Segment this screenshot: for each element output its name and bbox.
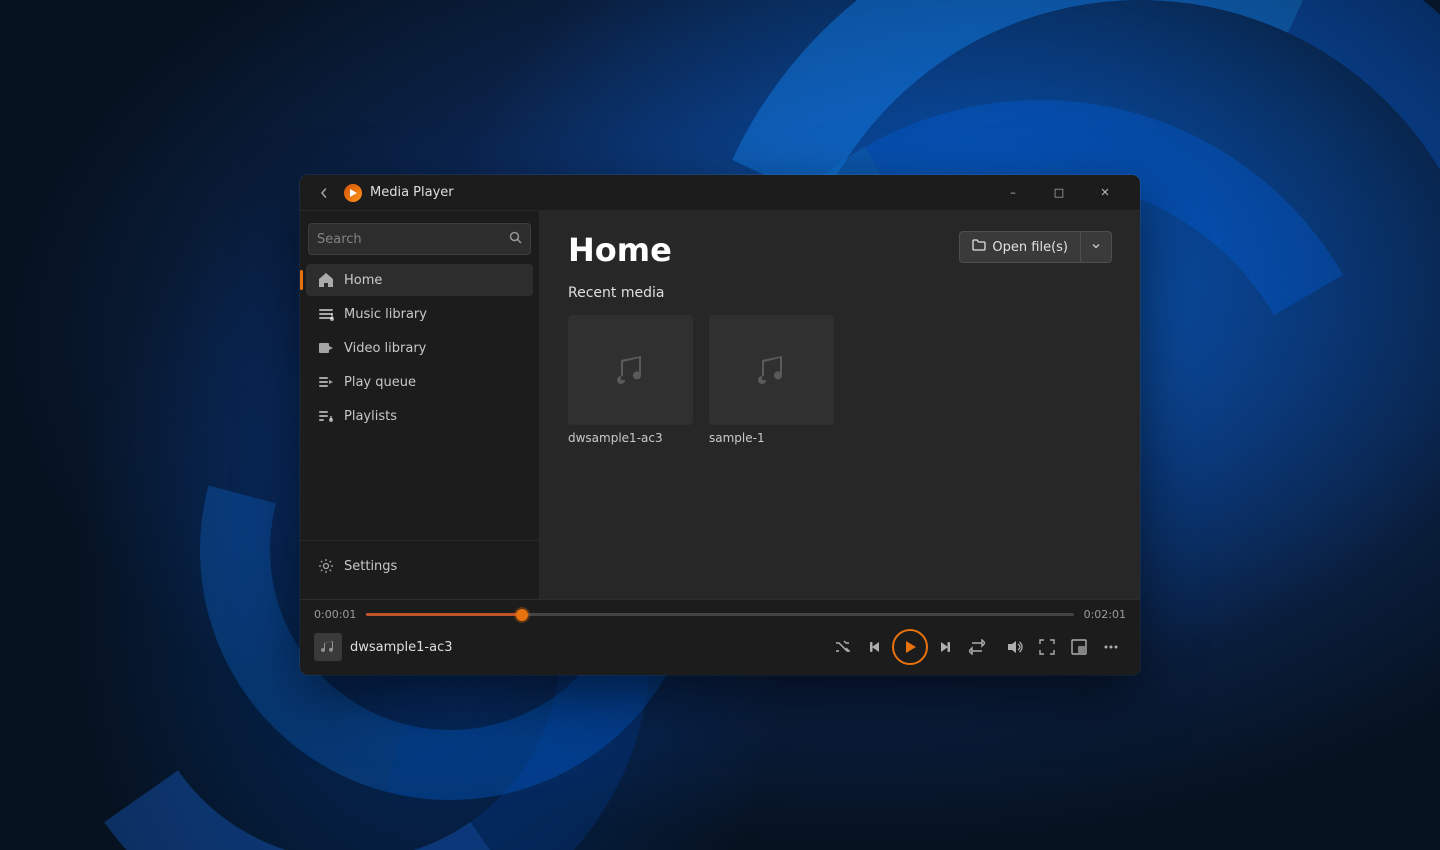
app-icon (344, 184, 362, 202)
volume-button[interactable] (1000, 632, 1030, 662)
content-body: Recent media dwsample1-ac3 (540, 285, 1140, 599)
progress-track[interactable] (366, 613, 1073, 616)
playlists-icon (318, 408, 334, 424)
home-icon (318, 272, 334, 288)
sidebar-item-home[interactable]: Home (306, 264, 533, 296)
media-name-0: dwsample1-ac3 (568, 431, 693, 445)
content-header: Home Open file(s) (540, 211, 1140, 285)
open-files-button[interactable]: Open file(s) (959, 231, 1112, 263)
shuffle-button[interactable] (828, 632, 858, 662)
sidebar-item-music-library[interactable]: Music library (306, 298, 533, 330)
player-bar: 0:00:01 0:02:01 dwsample1-ac3 (300, 599, 1140, 675)
right-controls (1000, 632, 1126, 662)
nav-label-music-library: Music library (344, 307, 427, 322)
progress-fill (366, 613, 522, 616)
window-title: Media Player (370, 185, 454, 200)
open-files-chevron[interactable] (1081, 235, 1111, 260)
media-card-0[interactable]: dwsample1-ac3 (568, 315, 693, 445)
title-bar-left: Media Player (312, 181, 990, 205)
sidebar-bottom: Settings (300, 540, 539, 591)
media-thumb-1 (709, 315, 834, 425)
sidebar: Home Music library Video library Play qu… (300, 211, 540, 599)
page-title: Home (568, 231, 672, 269)
open-files-label: Open file(s) (992, 240, 1068, 255)
folder-icon (972, 238, 986, 256)
total-time: 0:02:01 (1084, 608, 1126, 621)
close-button[interactable]: ✕ (1082, 177, 1128, 209)
progress-area: 0:00:01 0:02:01 (300, 600, 1140, 625)
nav-label-playlists: Playlists (344, 409, 397, 424)
title-bar: Media Player – □ ✕ (300, 175, 1140, 211)
open-files-main[interactable]: Open file(s) (960, 232, 1081, 262)
search-icon[interactable] (509, 231, 522, 248)
main-area: Home Music library Video library Play qu… (300, 211, 1140, 599)
next-button[interactable] (930, 632, 960, 662)
media-name-1: sample-1 (709, 431, 834, 445)
play-queue-icon (318, 374, 334, 390)
video-library-icon (318, 340, 334, 356)
miniplayer-button[interactable] (1064, 632, 1094, 662)
music-library-icon (318, 306, 334, 322)
minimize-button[interactable]: – (990, 177, 1036, 209)
search-input[interactable] (317, 232, 503, 247)
sidebar-item-playlists[interactable]: Playlists (306, 400, 533, 432)
nav-label-video-library: Video library (344, 341, 426, 356)
nav-label-play-queue: Play queue (344, 375, 416, 390)
current-time: 0:00:01 (314, 608, 356, 621)
progress-thumb (516, 609, 528, 621)
recent-media-title: Recent media (568, 285, 1112, 301)
maximize-button[interactable]: □ (1036, 177, 1082, 209)
nav-label-settings: Settings (344, 559, 397, 574)
track-name: dwsample1-ac3 (350, 640, 820, 655)
sidebar-item-video-library[interactable]: Video library (306, 332, 533, 364)
playback-controls (828, 629, 992, 665)
search-bar[interactable] (308, 223, 531, 255)
repeat-button[interactable] (962, 632, 992, 662)
back-button[interactable] (312, 181, 336, 205)
fullscreen-button[interactable] (1032, 632, 1062, 662)
settings-icon (318, 558, 334, 574)
sidebar-item-play-queue[interactable]: Play queue (306, 366, 533, 398)
window-controls: – □ ✕ (990, 177, 1128, 209)
previous-button[interactable] (860, 632, 890, 662)
player-controls: dwsample1-ac3 (300, 625, 1140, 675)
media-card-1[interactable]: sample-1 (709, 315, 834, 445)
play-pause-button[interactable] (892, 629, 928, 665)
media-grid: dwsample1-ac3 sample-1 (568, 315, 1112, 445)
sidebar-item-settings[interactable]: Settings (306, 550, 533, 582)
media-thumb-0 (568, 315, 693, 425)
nav-label-home: Home (344, 273, 382, 288)
more-options-button[interactable] (1096, 632, 1126, 662)
content-area: Home Open file(s) (540, 211, 1140, 599)
app-window: Media Player – □ ✕ (300, 175, 1140, 675)
track-thumbnail (314, 633, 342, 661)
